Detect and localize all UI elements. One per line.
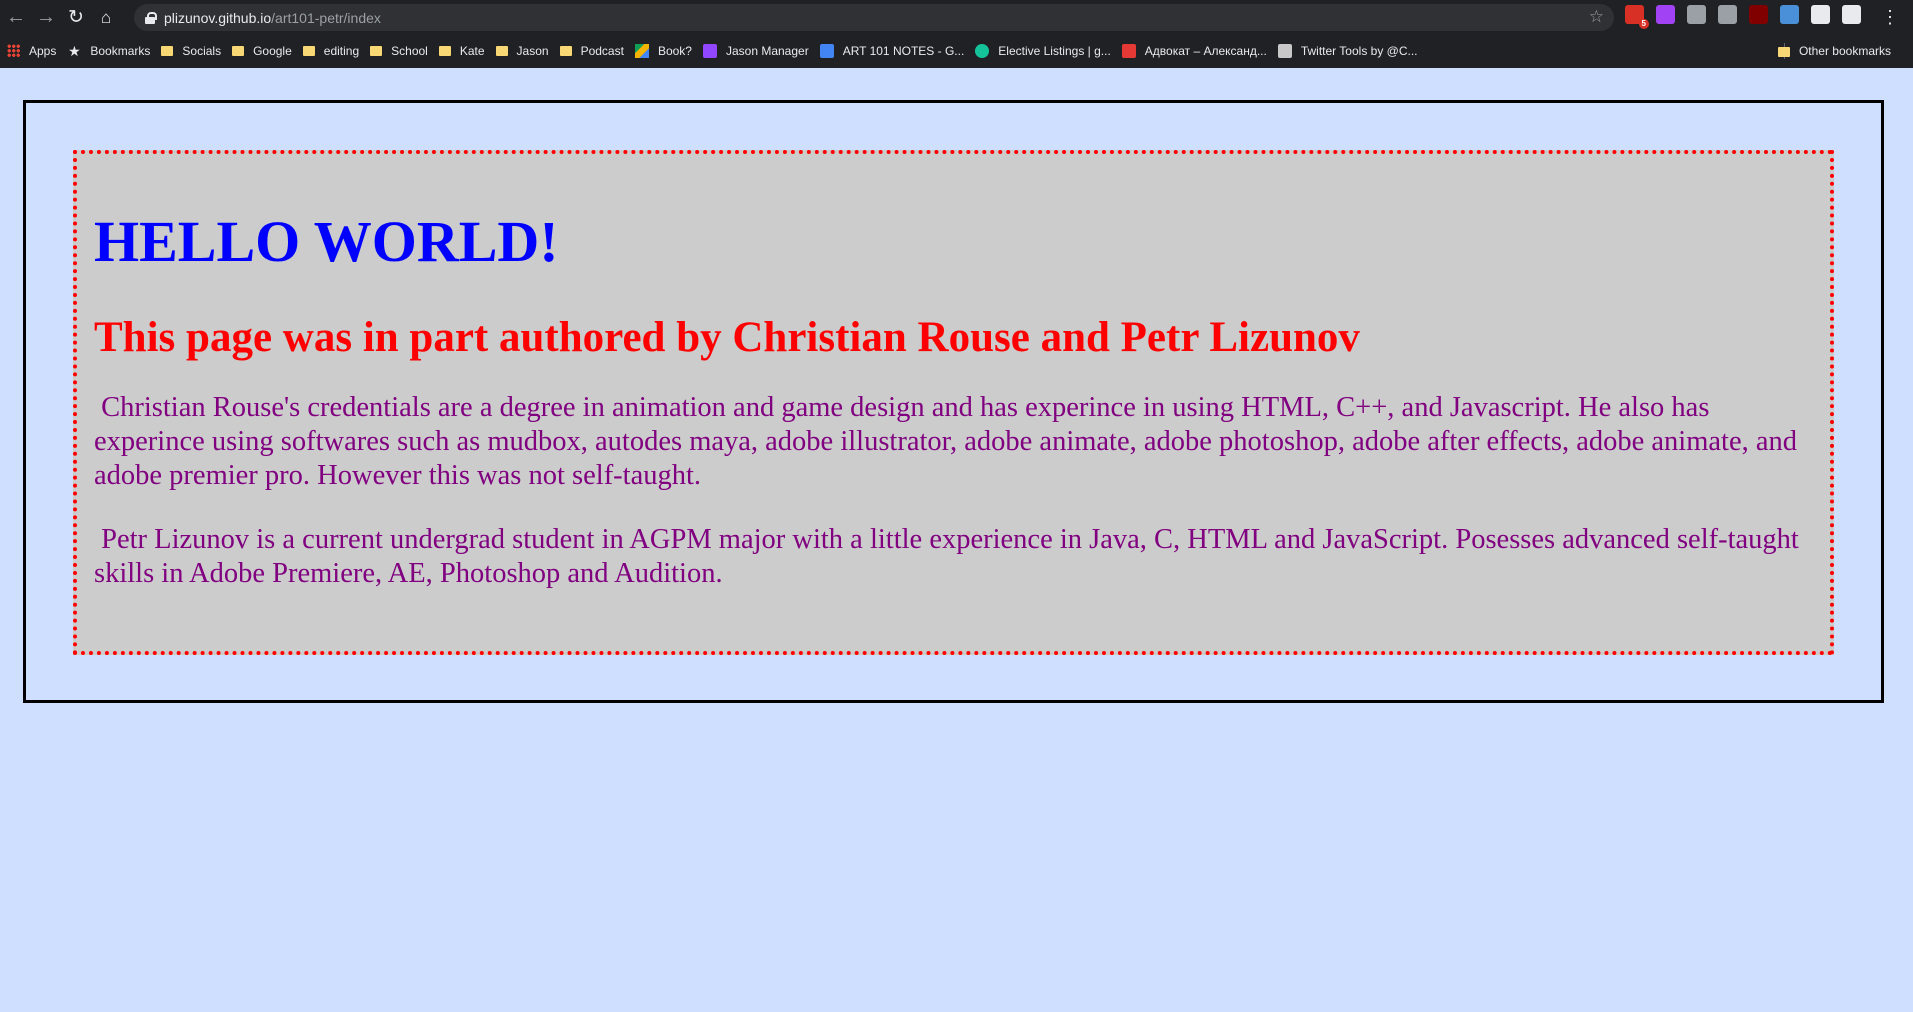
browser-chrome: ← → ↻ ⌂ plizunov.github.io/art101-petr/i… — [0, 0, 1913, 68]
twitch-icon — [702, 43, 717, 58]
twitter-tools-icon — [1277, 43, 1292, 58]
page-subheading: This page was in part authored by Christ… — [94, 313, 1360, 361]
folder-icon — [559, 46, 572, 56]
bookmark-label: Apps — [29, 43, 57, 58]
lock-icon — [145, 11, 157, 24]
unread-count-badge: 5 — [1638, 19, 1649, 29]
bookmark-label: Elective Listings | g... — [998, 43, 1111, 58]
bookmark-item[interactable]: ART 101 NOTES - G... — [819, 38, 973, 64]
bookmark-item[interactable]: Jason — [495, 38, 557, 64]
google-drive-icon — [634, 43, 649, 58]
gmail-extension-icon[interactable]: 5 — [1625, 5, 1649, 29]
iq-extension-icon[interactable] — [1780, 5, 1799, 24]
bookmark-label: Bookmarks — [90, 43, 151, 58]
bookmark-label: Twitter Tools by @C... — [1300, 43, 1418, 58]
url-host: plizunov.github.io — [164, 9, 272, 26]
folder-icon — [495, 46, 508, 56]
profile-avatar-icon[interactable] — [1842, 5, 1861, 24]
folder-icon — [302, 46, 315, 56]
outer-container: HELLO WORLD! This page was in part autho… — [23, 100, 1884, 703]
bookmark-label: Podcast — [580, 43, 624, 58]
folder-icon — [232, 46, 245, 56]
extensions-puzzle-icon[interactable] — [1811, 5, 1830, 24]
mm-logo-icon — [1121, 43, 1136, 58]
bookmark-item[interactable]: Book? — [634, 38, 700, 64]
other-bookmarks-folder[interactable]: Other bookmarks — [1777, 38, 1899, 64]
bookmark-item[interactable]: Apps — [7, 38, 64, 64]
forward-arrow-icon[interactable]: → — [31, 3, 61, 33]
bookmark-label: Jason — [516, 43, 549, 58]
google-docs-icon — [819, 43, 834, 58]
bookmark-item[interactable]: Elective Listings | g... — [975, 38, 1119, 64]
bookmark-item[interactable]: Twitter Tools by @C... — [1277, 38, 1426, 64]
bookmark-label: Socials — [182, 43, 222, 58]
mute-tab-icon[interactable] — [1687, 5, 1706, 24]
browser-toolbar: ← → ↻ ⌂ plizunov.github.io/art101-petr/i… — [0, 0, 1913, 35]
address-bar[interactable]: plizunov.github.io/art101-petr/index ☆ — [134, 4, 1614, 31]
back-arrow-icon[interactable]: ← — [1, 3, 31, 33]
bio-paragraph-christian: Christian Rouse's credentials are a degr… — [94, 391, 1798, 491]
bookmark-label: ART 101 NOTES - G... — [842, 43, 965, 58]
star-icon: ★ — [68, 42, 81, 59]
bio-paragraph-petr: Petr Lizunov is a current undergrad stud… — [94, 523, 1799, 589]
purple-extension-icon[interactable] — [1656, 5, 1675, 24]
bookmark-label: School — [391, 43, 428, 58]
bookmarks-bar: Apps ★ Bookmarks Socials Google editing School… — [0, 35, 1913, 66]
bookmark-item[interactable]: Podcast — [559, 38, 632, 64]
other-bookmarks-label: Other bookmarks — [1798, 44, 1891, 58]
bookmark-label: editing — [323, 43, 360, 58]
folder-icon — [438, 46, 451, 56]
menu-kebab-icon[interactable]: ⋮ — [1875, 2, 1905, 32]
bookmark-label: Google — [253, 43, 292, 58]
url-path: /art101-petr/index — [271, 9, 381, 26]
bookmark-item[interactable]: editing — [302, 38, 367, 64]
page-heading: HELLO WORLD! — [94, 209, 559, 274]
bookmark-item[interactable]: Google — [232, 38, 300, 64]
extensions-area: 5 — [1625, 5, 1873, 29]
reload-icon[interactable]: ↻ — [61, 3, 91, 33]
bookmark-label: Book? — [657, 43, 692, 58]
bookmark-item[interactable]: Socials — [161, 38, 229, 64]
bookmark-item[interactable]: Адвокат – Александ... — [1121, 38, 1275, 64]
folder-icon — [161, 46, 174, 56]
content-box: HELLO WORLD! This page was in part autho… — [73, 150, 1834, 655]
ublock-icon[interactable] — [1749, 5, 1768, 24]
bookmark-star-icon[interactable]: ☆ — [1589, 7, 1604, 27]
apps-grid-icon — [7, 44, 20, 57]
bookmark-label: Kate — [459, 43, 485, 58]
bookmark-item[interactable]: Kate — [438, 38, 493, 64]
url-text: plizunov.github.io/art101-petr/index — [164, 10, 381, 26]
bookmark-item[interactable]: ★ Bookmarks — [67, 38, 158, 64]
bookmark-item[interactable]: School — [370, 38, 436, 64]
mail-envelope-icon[interactable] — [1718, 5, 1737, 24]
folder-icon — [1777, 46, 1790, 57]
grammarly-icon — [975, 43, 990, 58]
bookmark-item[interactable]: Jason Manager — [702, 38, 817, 64]
home-icon[interactable]: ⌂ — [91, 3, 121, 33]
bookmark-label: Адвокат – Александ... — [1144, 43, 1267, 58]
bookmark-label: Jason Manager — [725, 43, 809, 58]
folder-icon — [370, 46, 383, 56]
